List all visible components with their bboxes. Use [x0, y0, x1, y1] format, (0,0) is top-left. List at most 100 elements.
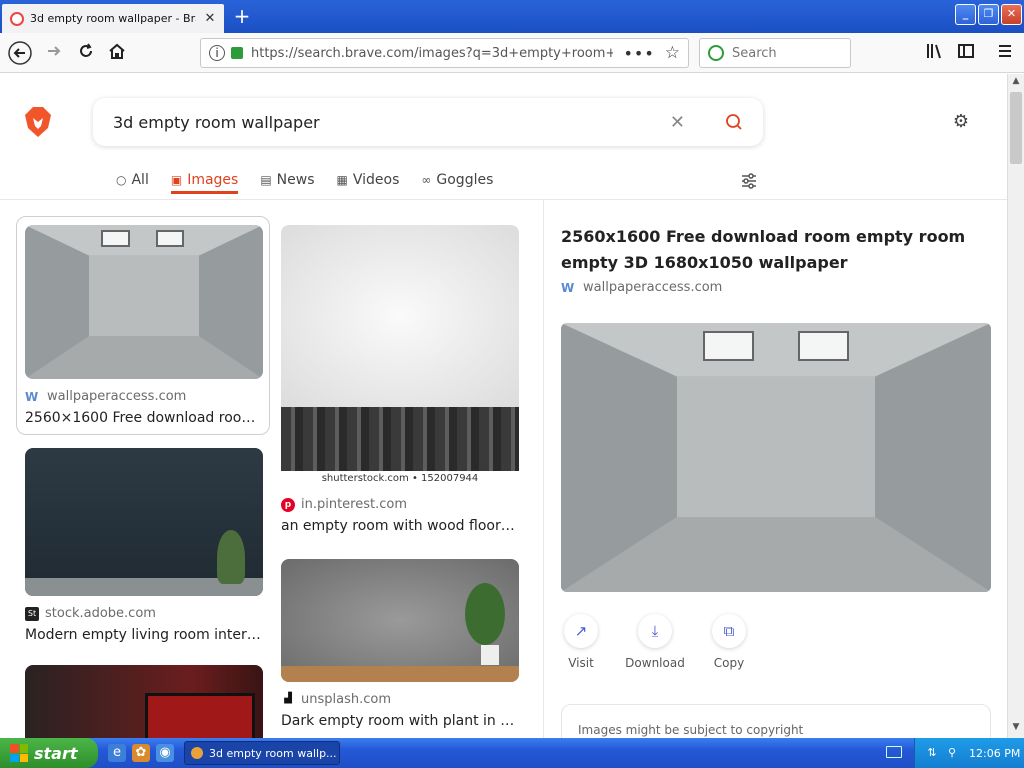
scroll-thumb[interactable] — [1010, 92, 1022, 164]
panel-divider — [543, 200, 544, 738]
result-source-text: in.pinterest.com — [301, 497, 408, 512]
wallpaperaccess-favicon-icon: W — [25, 389, 39, 404]
result-thumbnail[interactable] — [25, 225, 263, 379]
browser-search-input[interactable] — [732, 45, 832, 61]
page-scrollbar[interactable]: ▲ ▼ — [1007, 74, 1024, 738]
sidebar-button[interactable] — [954, 41, 978, 65]
detail-source-text: wallpaperaccess.com — [583, 280, 723, 295]
start-button[interactable]: start — [0, 738, 98, 768]
library-button[interactable] — [922, 41, 946, 65]
back-arrow-icon — [8, 41, 32, 65]
plant-shape — [217, 530, 245, 584]
red-screen-shape — [145, 693, 255, 738]
pinterest-favicon-icon: p — [281, 497, 295, 512]
taskbar-window-button[interactable]: 3d empty room wallp... — [184, 741, 340, 765]
scroll-down-arrow-icon[interactable]: ▼ — [1009, 722, 1023, 736]
copy-button[interactable]: ⧉ Copy — [709, 614, 749, 670]
copyright-notice: Images might be subject to copyright — [561, 704, 991, 738]
reload-button[interactable] — [74, 41, 98, 65]
unsplash-favicon-icon: ▟ — [284, 692, 292, 704]
quick-launch-browser-icon[interactable]: ◉ — [156, 744, 174, 762]
page-actions-icon[interactable]: ••• — [623, 44, 654, 63]
taskbar-window-label: 3d empty room wallp... — [209, 746, 337, 760]
image-result-card[interactable]: W wallpaperaccess.com 2560×1600 Free dow… — [16, 216, 270, 435]
news-icon: ▤ — [260, 173, 272, 187]
filters-icon[interactable] — [740, 172, 758, 190]
result-thumbnail[interactable] — [25, 665, 263, 738]
tab-images-label: Images — [187, 172, 239, 188]
site-info-icon[interactable]: i — [209, 45, 225, 61]
tab-news[interactable]: ▤ News — [260, 172, 314, 194]
tab-all-label: All — [131, 172, 149, 188]
tab-close-icon[interactable]: ✕ — [202, 11, 218, 26]
search-submit-icon[interactable] — [725, 113, 743, 131]
clear-query-icon[interactable]: ✕ — [670, 112, 685, 133]
new-tab-button[interactable]: + — [230, 5, 254, 29]
close-window-button[interactable]: ✕ — [1001, 4, 1022, 25]
brave-favicon-icon — [10, 11, 24, 26]
clock[interactable]: 12:06 PM — [969, 747, 1020, 760]
address-bar[interactable]: i https://search.brave.com/images?q=3d+e… — [200, 38, 689, 68]
menu-button[interactable] — [993, 41, 1017, 65]
system-tray: ⇅ ⚲ 12:06 PM — [914, 738, 1024, 768]
result-title[interactable]: 2560×1600 Free download room e... — [25, 410, 263, 426]
image-result-card[interactable] — [25, 665, 279, 738]
home-icon — [109, 43, 125, 59]
internet-explorer-icon[interactable]: e — [108, 744, 126, 762]
image-icon: ▣ — [170, 173, 183, 187]
visit-label: Visit — [568, 656, 594, 670]
home-button[interactable] — [105, 41, 129, 65]
forward-arrow-icon — [48, 46, 61, 56]
browser-search-box[interactable] — [699, 38, 851, 68]
back-button[interactable] — [8, 41, 32, 65]
detail-title[interactable]: 2560x1600 Free download room empty room … — [561, 224, 991, 276]
tab-images[interactable]: ▣ Images — [170, 172, 239, 194]
forward-button[interactable] — [42, 41, 66, 65]
search-query-input[interactable]: 3d empty room wallpaper — [113, 113, 670, 132]
tab-videos[interactable]: ▦ Videos — [337, 172, 400, 194]
library-icon — [927, 44, 941, 59]
title-bar: 3d empty room wallpaper - Brave S ✕ + _ … — [0, 0, 1024, 33]
result-source: W wallpaperaccess.com — [25, 389, 261, 404]
quick-launch-app-icon[interactable]: ✿ — [132, 744, 150, 762]
result-thumbnail[interactable] — [281, 559, 519, 682]
detail-preview-image[interactable] — [561, 323, 991, 592]
wood-floor-shape — [281, 407, 519, 471]
result-title[interactable]: Dark empty room with plant in pot ... — [281, 713, 519, 729]
maximize-button[interactable]: ❐ — [978, 4, 999, 25]
keyboard-icon[interactable] — [886, 746, 902, 758]
result-thumbnail[interactable] — [25, 448, 263, 596]
result-title[interactable]: Modern empty living room interior ... — [25, 627, 263, 643]
pot-shape — [481, 645, 499, 665]
result-thumbnail[interactable]: shutterstock.com • 152007944 — [281, 225, 519, 487]
download-button[interactable]: ⤓ Download — [625, 614, 685, 670]
white-wall-shape — [281, 225, 519, 407]
brave-lion-logo-icon[interactable] — [24, 106, 52, 138]
browser-tab[interactable]: 3d empty room wallpaper - Brave S ✕ — [2, 4, 224, 33]
detail-source[interactable]: W wallpaperaccess.com — [561, 280, 722, 295]
url-text[interactable]: https://search.brave.com/images?q=3d+emp… — [251, 46, 613, 61]
result-source: St stock.adobe.com — [25, 606, 279, 621]
brave-app-icon — [191, 747, 203, 759]
search-icon: ○ — [116, 173, 127, 187]
result-source-text: unsplash.com — [301, 692, 391, 707]
bookmark-star-icon[interactable]: ☆ — [665, 43, 680, 63]
image-result-card[interactable]: St stock.adobe.com Modern empty living r… — [25, 448, 279, 643]
scroll-up-arrow-icon[interactable]: ▲ — [1009, 76, 1023, 90]
search-tray-icon[interactable]: ⚲ — [945, 746, 959, 760]
image-result-card[interactable]: shutterstock.com • 152007944 p in.pinter… — [281, 225, 535, 534]
settings-gear-icon[interactable]: ⚙ — [950, 111, 972, 133]
minimize-button[interactable]: _ — [955, 4, 976, 25]
empty-room-image — [25, 225, 263, 379]
tab-all[interactable]: ○ All — [116, 172, 149, 194]
image-result-card[interactable]: ▟ unsplash.com Dark empty room with plan… — [281, 559, 535, 729]
lock-icon — [231, 47, 243, 59]
search-results-page: 3d empty room wallpaper ✕ ⚙ ○ All ▣ Imag… — [0, 74, 1007, 738]
result-title[interactable]: an empty room with wood floor an... — [281, 518, 519, 534]
header-divider — [0, 199, 1007, 200]
network-icon[interactable]: ⇅ — [925, 746, 939, 760]
tab-goggles[interactable]: ∞ Goggles — [421, 172, 493, 194]
download-icon: ⤓ — [638, 614, 672, 648]
search-query-box[interactable]: 3d empty room wallpaper ✕ — [93, 98, 763, 146]
visit-button[interactable]: ↗ Visit — [561, 614, 601, 670]
